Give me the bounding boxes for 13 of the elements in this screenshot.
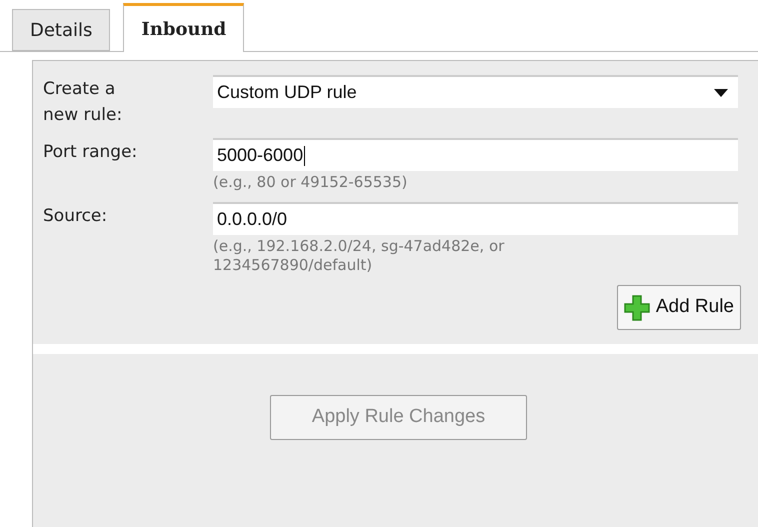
add-rule-button[interactable]: Add Rule	[616, 285, 741, 330]
field-hint: (e.g., 192.168.2.0/24, sg-47ad482e, or 1234567890/default)	[213, 237, 506, 275]
caret-icon	[714, 88, 728, 96]
field-label: Port range:	[43, 142, 138, 162]
field-label: Create a new rule:	[43, 79, 122, 124]
text-field[interactable]: 5000-6000	[213, 138, 738, 171]
text-field[interactable]: 0.0.0.0/0	[213, 202, 738, 235]
rule-type-dropdown[interactable]: Custom UDP rule	[213, 75, 738, 108]
tab[interactable]: Inbound	[123, 3, 244, 52]
plus-icon	[624, 294, 650, 320]
tab[interactable]: Details	[12, 9, 110, 51]
field-label: Source:	[43, 206, 108, 226]
field-hint: (e.g., 80 or 49152-65535)	[213, 173, 408, 192]
